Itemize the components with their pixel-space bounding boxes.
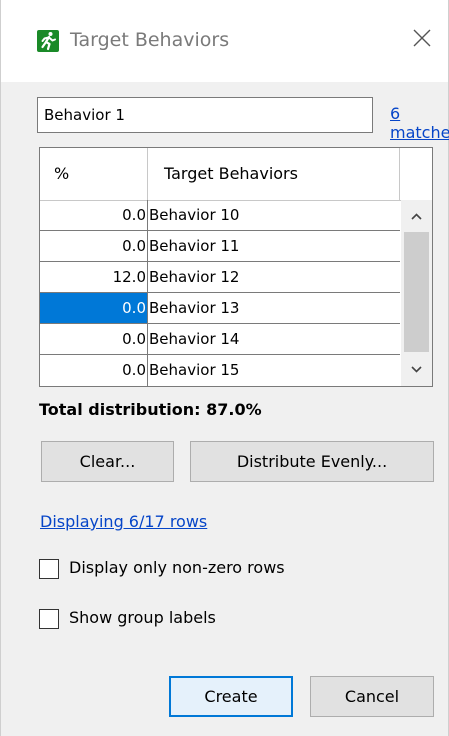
table-scrollbar[interactable] xyxy=(401,200,432,386)
behavior-name-cell: Behavior 15 xyxy=(149,361,240,379)
group-labels-checkbox[interactable] xyxy=(39,609,59,629)
close-icon[interactable] xyxy=(410,26,434,50)
table-body: 0.0 Behavior 10 0.0 Behavior 11 12.0 Beh… xyxy=(40,200,400,386)
scroll-up-arrow-icon[interactable] xyxy=(401,200,432,232)
table-header: % Target Behaviors xyxy=(40,148,432,201)
percent-cell[interactable]: 0.0 xyxy=(40,324,148,354)
column-header-target-behaviors[interactable]: Target Behaviors xyxy=(148,148,400,200)
scrollbar-thumb[interactable] xyxy=(404,232,429,352)
table-row[interactable]: 12.0 Behavior 12 xyxy=(40,262,400,293)
behavior-name-cell: Behavior 14 xyxy=(149,330,240,348)
title-bar: Target Behaviors xyxy=(1,0,448,82)
percent-cell-selected[interactable]: 0.0 xyxy=(40,293,148,323)
nonzero-rows-checkbox[interactable] xyxy=(39,559,59,579)
percent-cell[interactable]: 0.0 xyxy=(40,200,148,230)
behaviors-table: % Target Behaviors 0.0 Behavior 10 0.0 B… xyxy=(39,147,433,387)
column-header-percent[interactable]: % xyxy=(40,148,148,200)
behavior-name-cell: Behavior 11 xyxy=(149,237,240,255)
nonzero-rows-label: Display only non-zero rows xyxy=(69,558,285,577)
scroll-down-arrow-icon[interactable] xyxy=(401,354,432,386)
percent-cell[interactable]: 0.0 xyxy=(40,231,148,261)
table-row[interactable]: 0.0 Behavior 11 xyxy=(40,231,400,262)
cancel-button[interactable]: Cancel xyxy=(310,676,434,717)
group-labels-label: Show group labels xyxy=(69,608,216,627)
table-row[interactable]: 0.0 Behavior 10 xyxy=(40,200,400,231)
behavior-name-cell: Behavior 13 xyxy=(149,299,240,317)
displaying-rows-link[interactable]: Displaying 6/17 rows xyxy=(40,512,207,531)
table-row[interactable]: 0.0 Behavior 14 xyxy=(40,324,400,355)
create-button[interactable]: Create xyxy=(169,676,293,717)
percent-cell[interactable]: 0.0 xyxy=(40,355,148,386)
behavior-name-cell: Behavior 10 xyxy=(149,206,240,224)
window-title: Target Behaviors xyxy=(70,29,230,51)
behavior-name-cell: Behavior 12 xyxy=(149,268,240,286)
matches-link[interactable]: 6 matches xyxy=(390,104,449,142)
behavior-search-input[interactable]: Behavior 1 xyxy=(37,97,373,133)
percent-cell[interactable]: 12.0 xyxy=(40,262,148,292)
total-distribution-label: Total distribution: 87.0% xyxy=(39,400,262,419)
target-behaviors-dialog: Target Behaviors Behavior 1 6 matches % … xyxy=(0,0,449,736)
table-row[interactable]: 0.0 Behavior 15 xyxy=(40,355,400,386)
clear-button[interactable]: Clear... xyxy=(41,441,174,482)
running-man-icon xyxy=(37,30,59,52)
table-row[interactable]: 0.0 Behavior 13 xyxy=(40,293,400,324)
distribute-evenly-button[interactable]: Distribute Evenly... xyxy=(190,441,434,482)
